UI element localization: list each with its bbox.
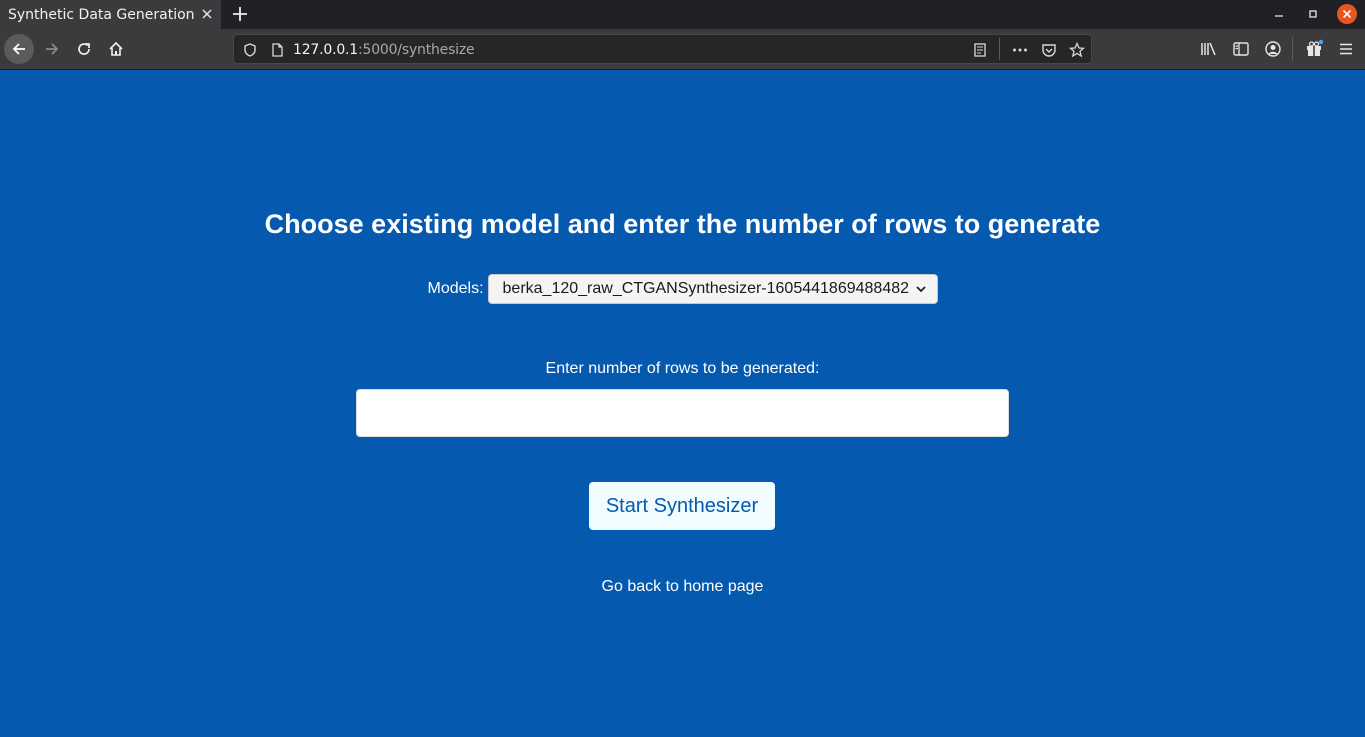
selected-model-value: berka_120_raw_CTGANSynthesizer-160544186… xyxy=(502,280,910,297)
minimize-icon[interactable] xyxy=(1271,6,1287,22)
rows-input[interactable] xyxy=(356,389,1009,437)
forward-arrow-icon xyxy=(46,43,59,55)
tab-bar: Synthetic Data Generation xyxy=(0,0,1365,29)
model-select[interactable]: berka_120_raw_CTGANSynthesizer-160544186… xyxy=(487,274,938,304)
menu-hamburger-icon[interactable] xyxy=(1336,39,1356,59)
rows-label: Enter number of rows to be generated: xyxy=(545,360,820,377)
url-host: 127.0.0.1 xyxy=(293,42,358,58)
close-tab-icon[interactable] xyxy=(199,6,215,22)
home-button[interactable] xyxy=(101,34,131,64)
toolbar-separator xyxy=(1292,37,1293,61)
shield-icon[interactable] xyxy=(241,41,259,59)
reader-view-icon[interactable] xyxy=(971,41,989,59)
pocket-icon[interactable] xyxy=(1040,41,1058,59)
close-window-button[interactable] xyxy=(1337,4,1357,24)
forward-button[interactable] xyxy=(37,34,67,64)
url-separator xyxy=(999,38,1000,60)
maximize-icon[interactable] xyxy=(1305,6,1321,22)
bookmark-star-icon[interactable] xyxy=(1068,41,1086,59)
close-window-icon xyxy=(1342,9,1352,19)
page-info-icon[interactable] xyxy=(268,41,286,59)
address-bar[interactable]: 127.0.0.1:5000/synthesize xyxy=(233,34,1092,64)
library-icon[interactable] xyxy=(1199,39,1219,59)
url-text: 127.0.0.1:5000/synthesize xyxy=(293,42,475,58)
home-icon xyxy=(109,41,123,56)
sidebar-icon[interactable] xyxy=(1231,39,1251,59)
page-heading: Choose existing model and enter the numb… xyxy=(264,209,1101,239)
tab-title: Synthetic Data Generation xyxy=(8,6,195,23)
reload-button[interactable] xyxy=(69,34,99,64)
models-label: Models: xyxy=(427,280,484,297)
account-icon[interactable] xyxy=(1263,39,1283,59)
start-synthesizer-button[interactable]: Start Synthesizer xyxy=(589,482,775,530)
url-path: :5000/synthesize xyxy=(358,42,475,58)
back-button[interactable] xyxy=(4,34,34,64)
back-arrow-icon xyxy=(12,43,25,55)
reload-icon xyxy=(78,43,90,55)
new-tab-icon[interactable] xyxy=(229,3,251,25)
home-page-link[interactable]: Go back to home page xyxy=(0,578,1365,596)
page-content: Choose existing model and enter the numb… xyxy=(0,70,1365,737)
models-row: Models: berka_120_raw_CTGANSynthesizer-1… xyxy=(0,274,1365,304)
more-actions-icon[interactable] xyxy=(1011,41,1029,59)
tab-synthetic-data-generation[interactable]: Synthetic Data Generation xyxy=(0,0,221,29)
navigation-toolbar: 127.0.0.1:5000/synthesize xyxy=(0,29,1365,70)
chevron-down-icon xyxy=(915,286,926,293)
extensions-gift-icon[interactable] xyxy=(1304,39,1324,59)
